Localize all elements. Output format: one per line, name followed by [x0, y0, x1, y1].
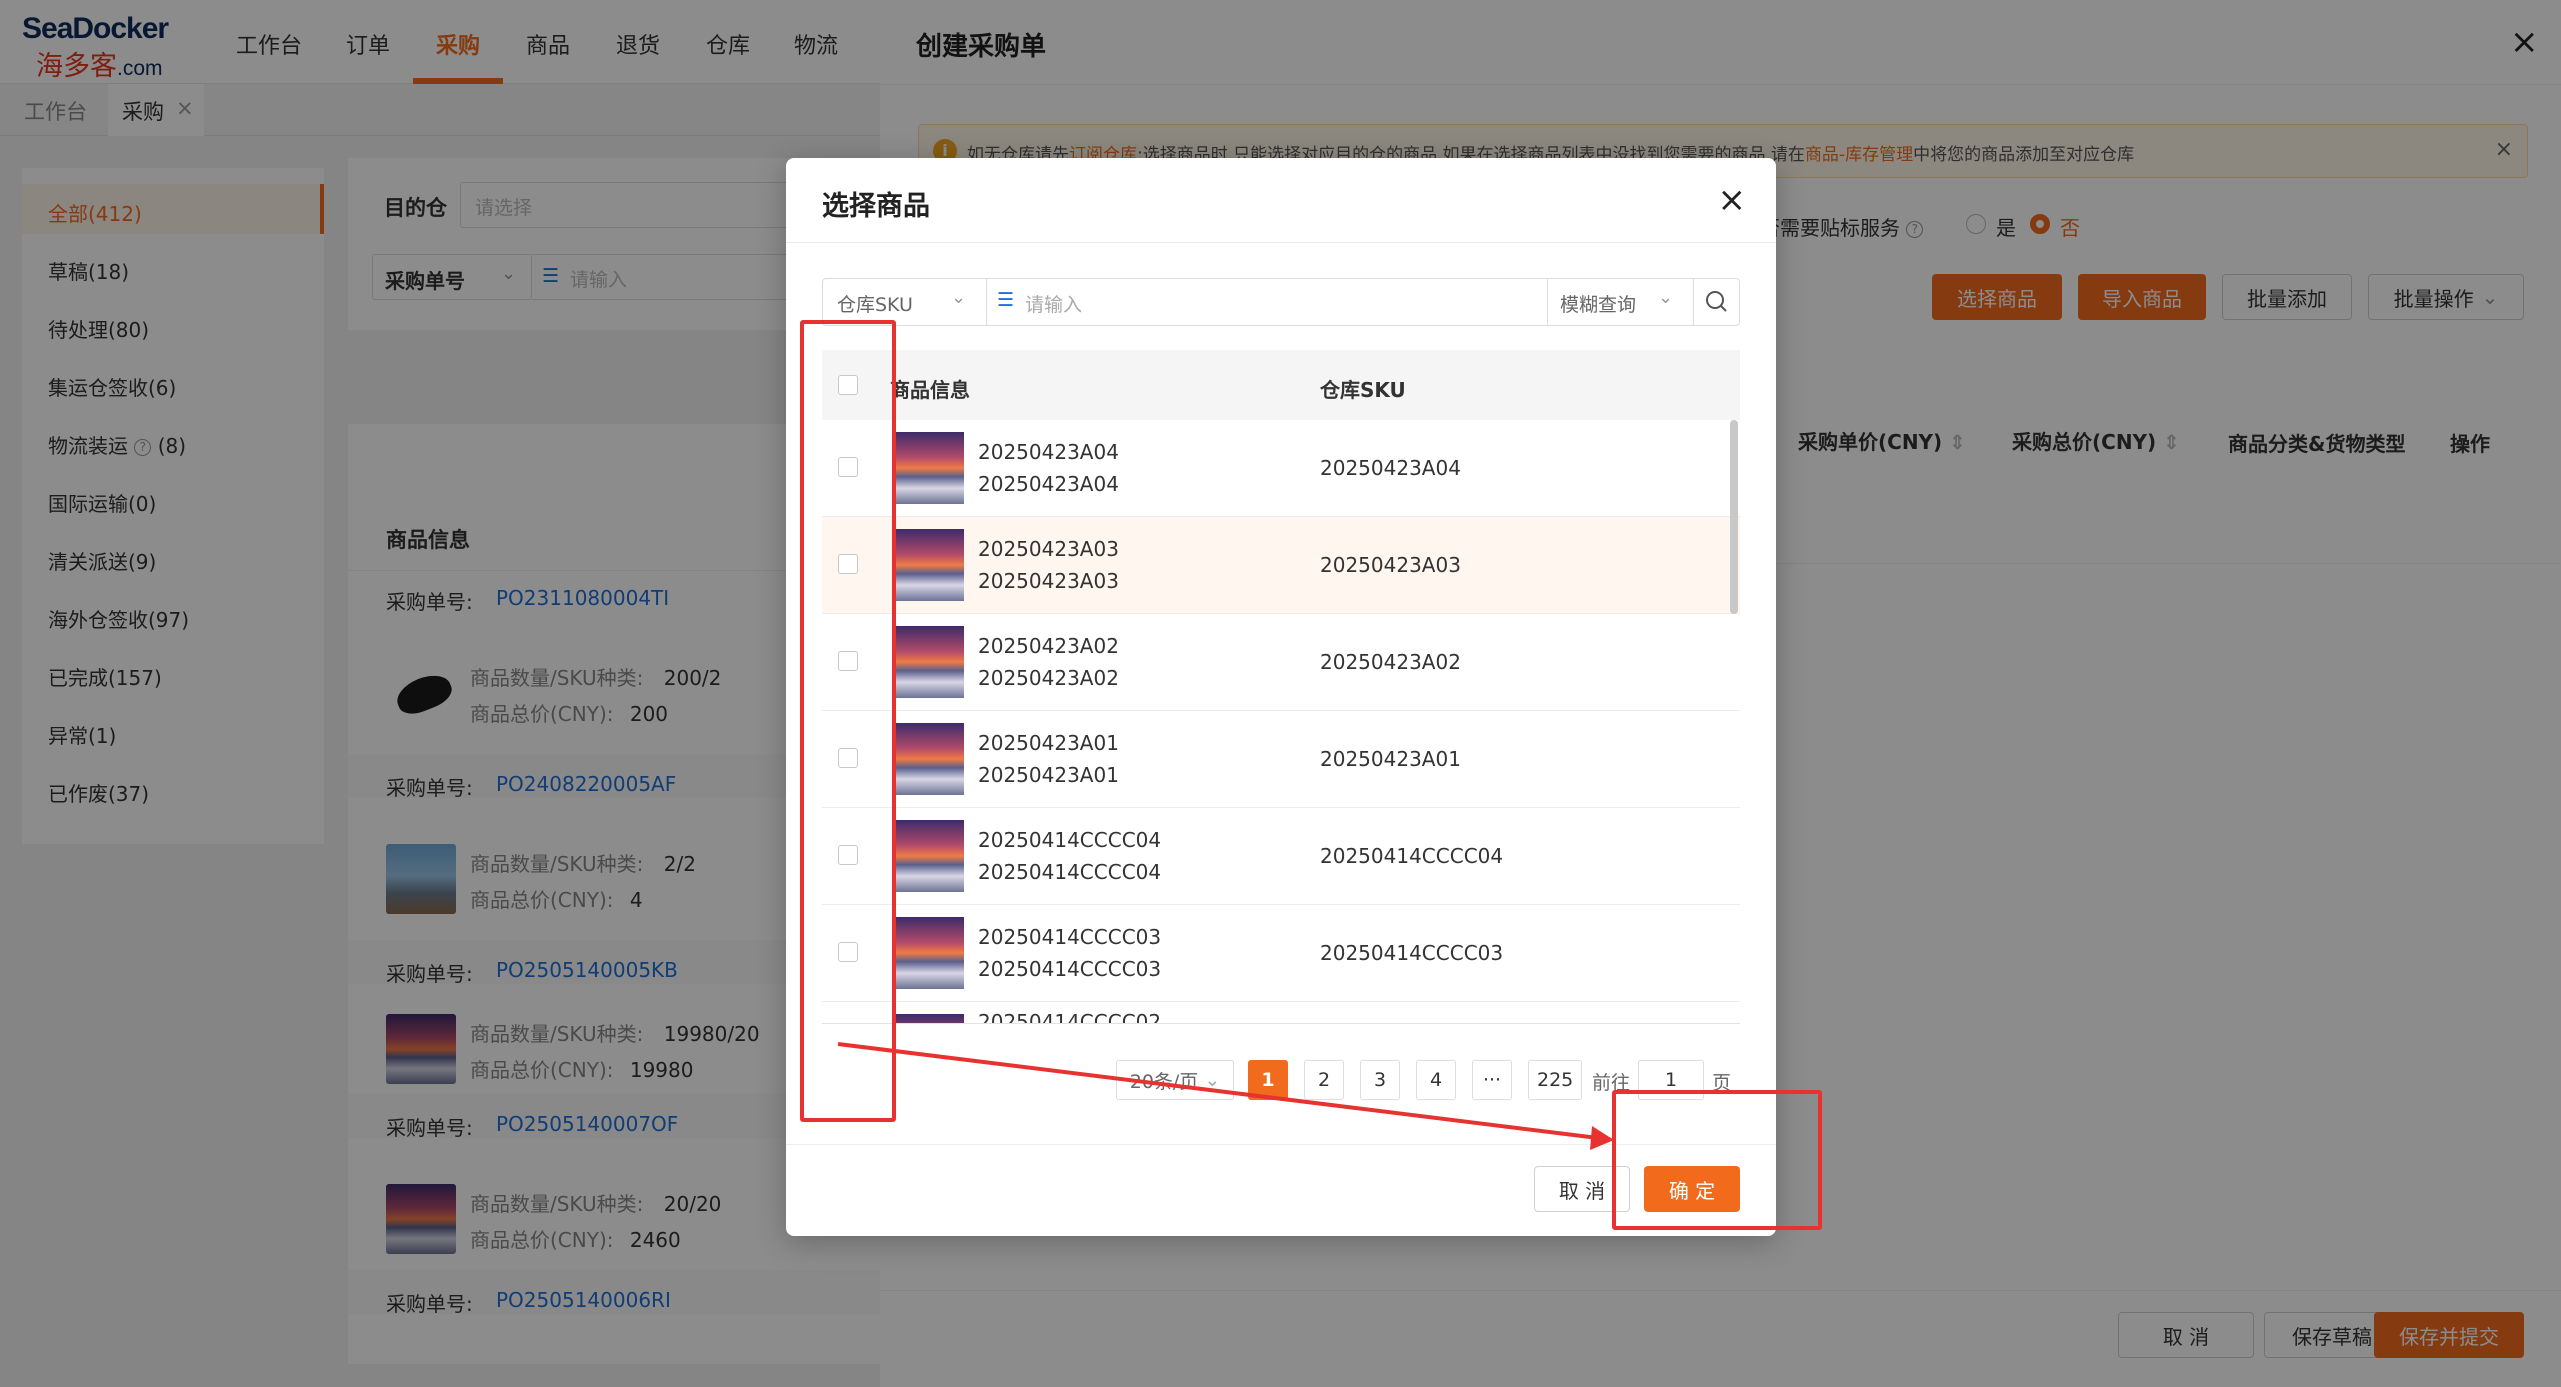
- annotation-arrow: [837, 1042, 1614, 1150]
